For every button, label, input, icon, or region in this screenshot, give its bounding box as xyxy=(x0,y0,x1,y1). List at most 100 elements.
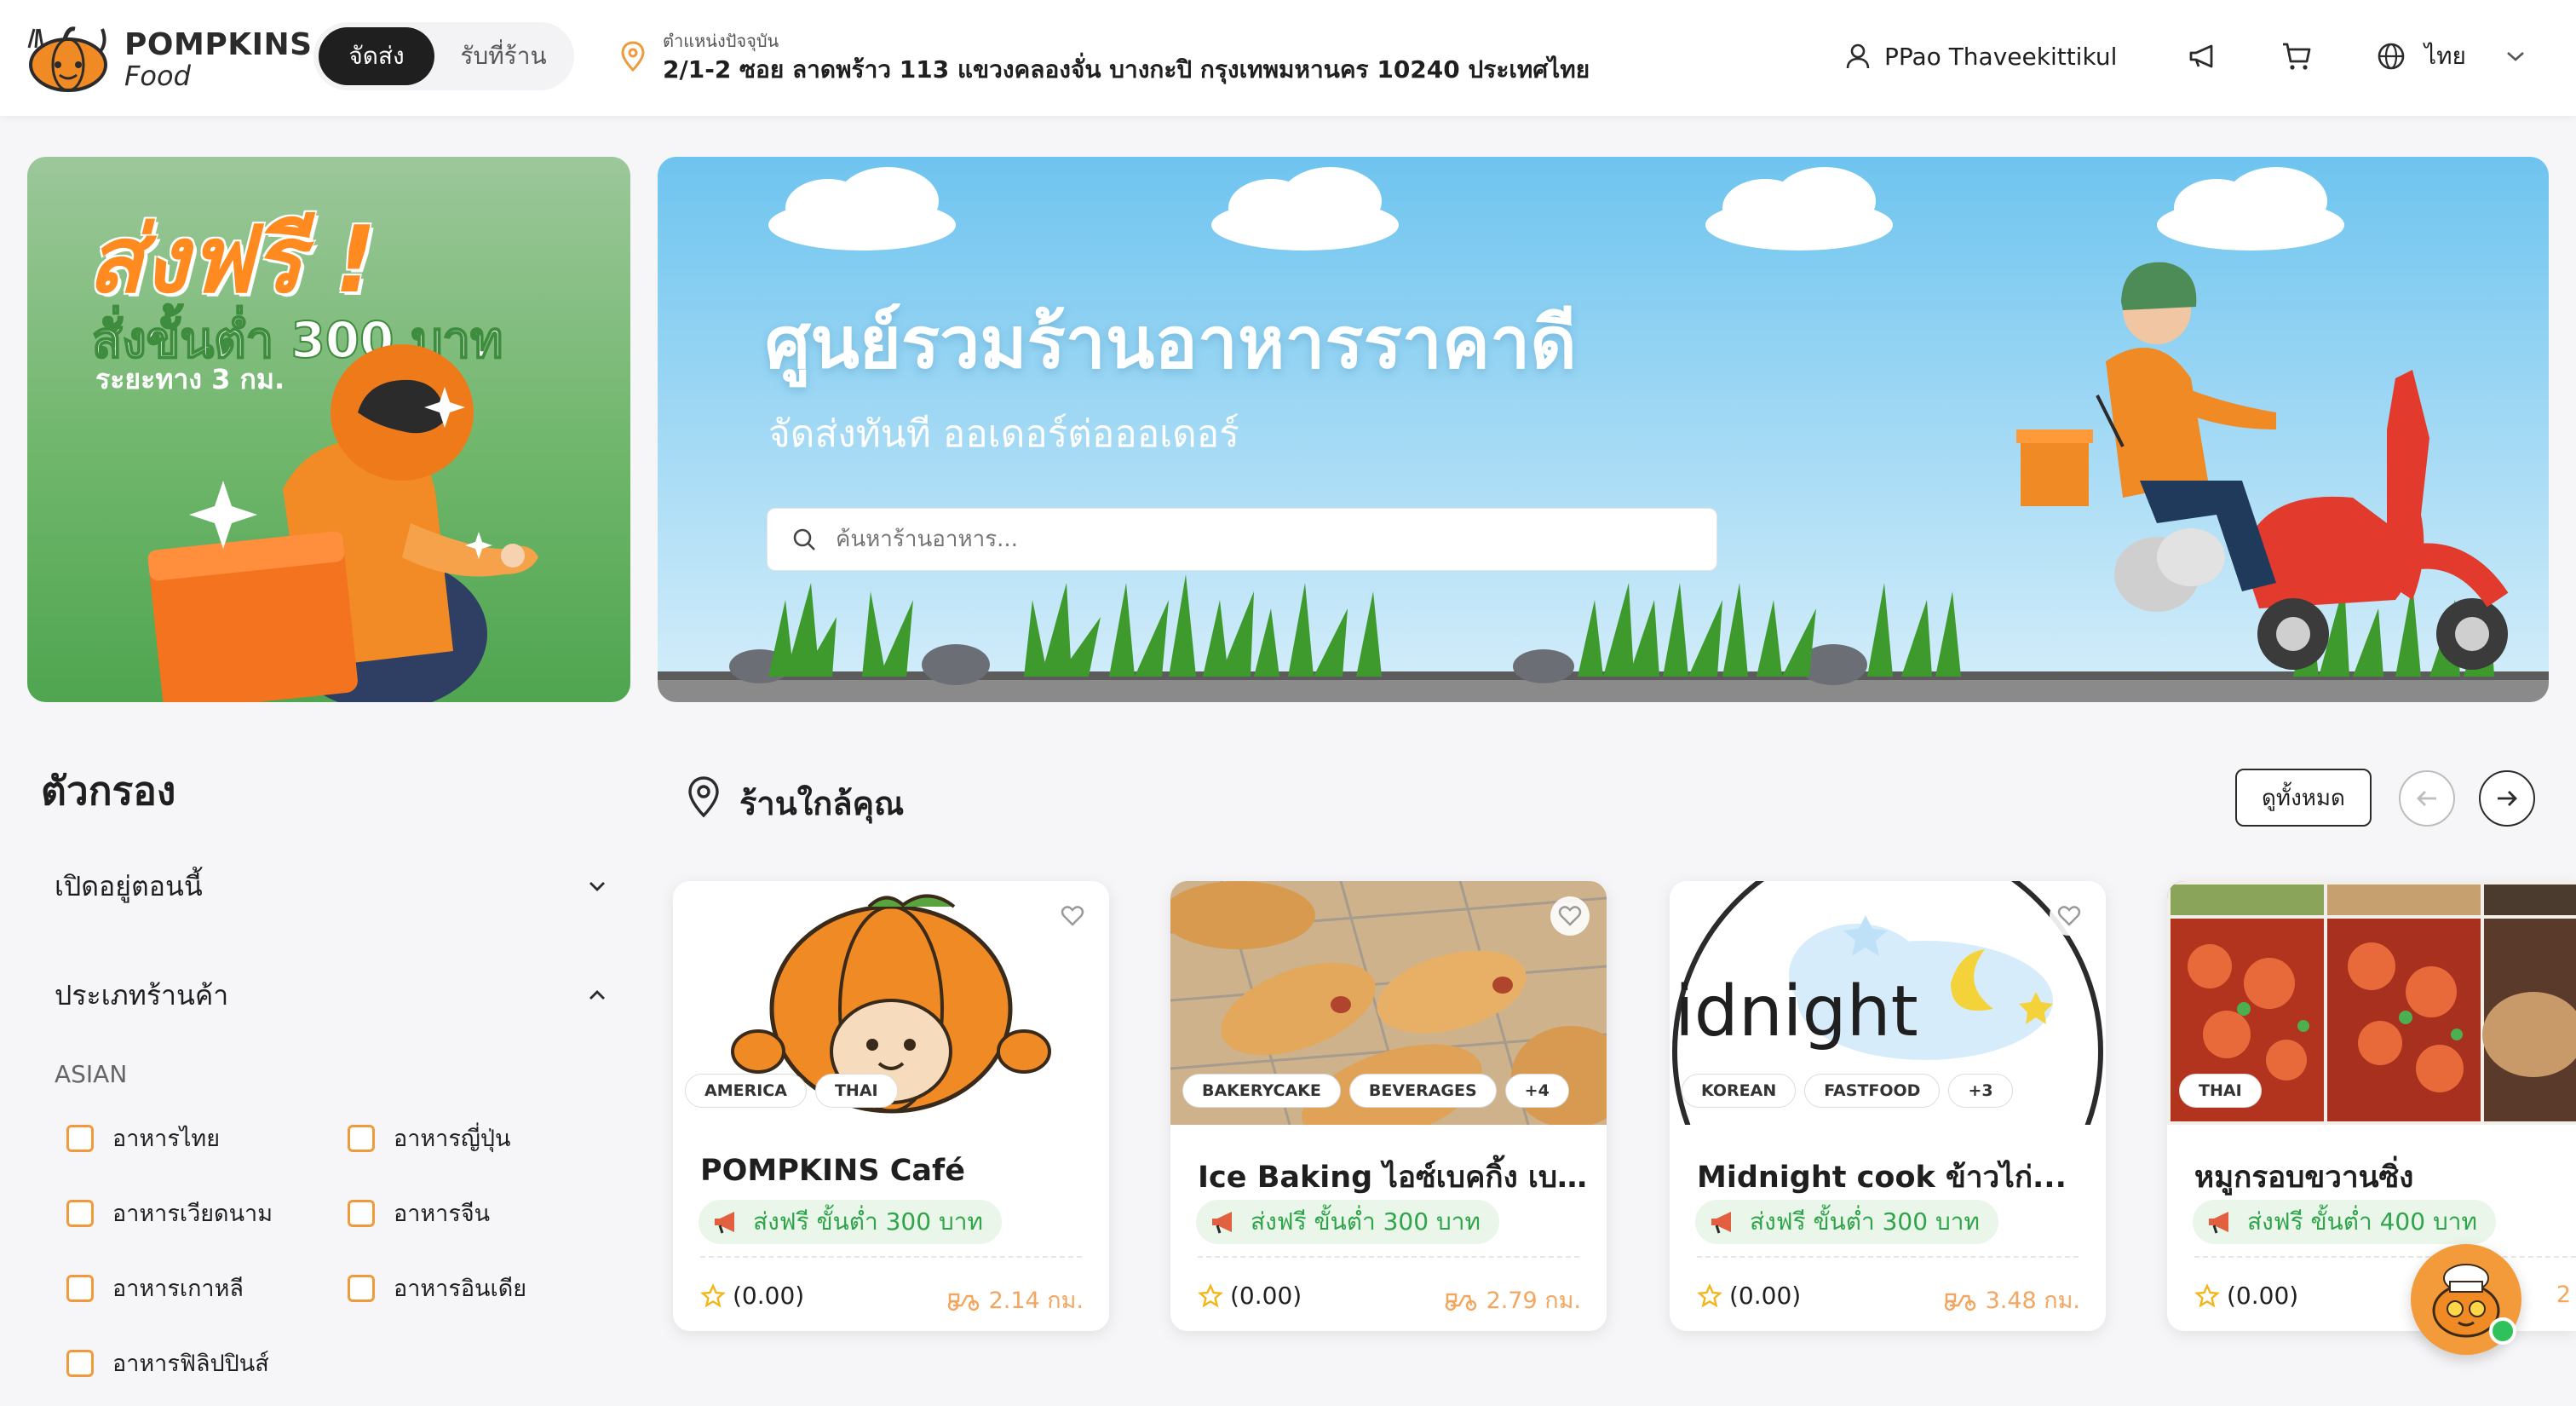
megaphone-icon[interactable] xyxy=(2186,39,2220,73)
filter-japanese-checkbox[interactable]: อาหารญี่ปุ่น xyxy=(348,1120,510,1156)
favorite-button[interactable] xyxy=(1053,896,1092,936)
distance-value: 2.79 กม. xyxy=(1486,1288,1581,1314)
free-delivery-promo-banner[interactable]: ส่งฟรี ! สั่งขั้นต่ำ 300 บาท ระยะทาง 3 ก… xyxy=(27,157,630,702)
restaurant-card[interactable]: THAI หมูกรอบขวานซิ่ง ส่งฟรี ขั้นต่ำ 400 … xyxy=(2167,881,2576,1331)
heart-icon xyxy=(1061,906,1084,926)
rating-value: (0.00) xyxy=(2227,1282,2299,1310)
user-name: PPao Thaveekittikul xyxy=(1884,42,2118,71)
cuisine-tags: AMERICA THAI xyxy=(685,1074,898,1108)
brand-subname: Food xyxy=(124,60,191,92)
restaurant-name: หมูกรอบขวานซิ่ง xyxy=(2194,1161,2414,1195)
chevron-down-icon xyxy=(2507,52,2524,61)
restaurant-card[interactable]: BAKERYCAKE BEVERAGES +4 Ice Baking ไอซ์เ… xyxy=(1170,881,1607,1331)
distance: 2.14 กม. xyxy=(946,1282,1084,1318)
filters-title: ตัวกรอง xyxy=(41,768,176,814)
arrow-left-icon xyxy=(2417,791,2436,806)
cuisine-tags: THAI xyxy=(2179,1074,2262,1108)
carousel-next-button[interactable] xyxy=(2479,770,2535,827)
scooter-icon xyxy=(947,1293,979,1311)
view-all-button[interactable]: ดูทั้งหมด xyxy=(2235,769,2372,827)
cuisine-tag: FASTFOOD xyxy=(1804,1074,1941,1108)
rating: (0.00) xyxy=(2194,1282,2298,1310)
restaurant-search-input[interactable] xyxy=(836,527,1602,552)
rating-value: (0.00) xyxy=(1230,1282,1302,1310)
free-delivery-badge: ส่งฟรี ขั้นต่ำ 400 บาท xyxy=(2193,1200,2496,1244)
filter-indian-checkbox[interactable]: อาหารอินเดีย xyxy=(348,1270,526,1306)
restaurant-card[interactable]: AMERICA THAI POMPKINS Café ส่งฟรี ขั้นต่… xyxy=(673,881,1109,1331)
checkbox[interactable] xyxy=(348,1124,375,1152)
open-now-filter[interactable]: เปิดอยู่ตอนนี้ xyxy=(55,862,607,910)
pickup-tab[interactable]: รับที่ร้าน xyxy=(440,27,567,85)
restaurant-card[interactable]: idnight KOREAN FASTFOOD +3 Midnight cook… xyxy=(1670,881,2106,1331)
restaurant-search-bar[interactable] xyxy=(767,508,1717,571)
cuisine-tag: BEVERAGES xyxy=(1348,1074,1497,1108)
divider xyxy=(1697,1256,2079,1258)
location-pin-icon xyxy=(621,41,645,72)
distance-value: 2 xyxy=(2556,1282,2571,1308)
megaphone-icon xyxy=(715,1212,734,1234)
current-location[interactable]: 2/1-2 ซอย ลาดพร้าว 113 แขวงคลองจั่น บางก… xyxy=(663,51,1590,89)
rating: (0.00) xyxy=(700,1282,804,1310)
hero-banner: ศูนย์รวมร้านอาหารราคาดี จัดส่งทันที ออเด… xyxy=(658,157,2549,702)
cart-icon[interactable] xyxy=(2280,39,2314,73)
store-type-filter[interactable]: ประเภทร้านค้า xyxy=(55,971,607,1019)
promo-text: ส่งฟรี ขั้นต่ำ 300 บาท xyxy=(753,1207,983,1236)
checkbox[interactable] xyxy=(66,1199,94,1227)
favorite-button[interactable] xyxy=(1550,896,1590,936)
checkbox[interactable] xyxy=(66,1349,94,1377)
delivery-rider-illustration xyxy=(147,344,538,702)
restaurant-name: Ice Baking ไอซ์เบคกิ้ง เบเ... xyxy=(1198,1161,1590,1195)
brand-name: POMPKINS xyxy=(124,27,313,62)
divider xyxy=(700,1256,1082,1258)
promo-text: ส่งฟรี ขั้นต่ำ 300 บาท xyxy=(1750,1207,1980,1236)
star-icon xyxy=(1697,1282,1722,1308)
filter-vietnamese-checkbox[interactable]: อาหารเวียดนาม xyxy=(66,1195,273,1231)
star-icon xyxy=(2194,1282,2220,1308)
top-navbar: POMPKINS Food จัดส่ง รับที่ร้าน ตำแหน่งป… xyxy=(0,0,2576,116)
free-delivery-badge: ส่งฟรี ขั้นต่ำ 300 บาท xyxy=(699,1200,1002,1244)
cuisine-tags: KOREAN FASTFOOD +3 xyxy=(1682,1074,2013,1108)
divider xyxy=(2194,1256,2576,1258)
rating-value: (0.00) xyxy=(1729,1282,1802,1310)
divider xyxy=(1198,1256,1579,1258)
promo-text: ส่งฟรี ขั้นต่ำ 400 บาท xyxy=(2247,1207,2477,1236)
language-selector[interactable]: ไทย xyxy=(2377,37,2526,75)
more-tags-badge: +4 xyxy=(1504,1074,1569,1108)
checkbox[interactable] xyxy=(66,1124,94,1152)
scooter-icon xyxy=(1944,1293,1975,1311)
filter-filipino-checkbox[interactable]: อาหารฟิลิปปินส์ xyxy=(66,1345,269,1381)
star-icon xyxy=(1198,1282,1223,1308)
checkbox[interactable] xyxy=(66,1274,94,1302)
delivery-mode-toggle: จัดส่ง รับที่ร้าน xyxy=(313,22,574,90)
heart-icon xyxy=(2057,906,2081,926)
rating: (0.00) xyxy=(1198,1282,1302,1310)
distance-value: 3.48 กม. xyxy=(1985,1288,2080,1314)
filter-option-label: อาหารเกาหลี xyxy=(112,1276,244,1302)
delivery-tab[interactable]: จัดส่ง xyxy=(319,27,434,85)
megaphone-icon xyxy=(1711,1212,1731,1234)
restaurant-name: Midnight cook ข้าวไก่... xyxy=(1697,1161,2067,1195)
filter-option-label: อาหารญี่ปุ่น xyxy=(394,1126,511,1152)
carousel-prev-button[interactable] xyxy=(2399,770,2455,827)
language-label: ไทย xyxy=(2424,42,2466,70)
filter-korean-checkbox[interactable]: อาหารเกาหลี xyxy=(66,1270,244,1306)
favorite-button[interactable] xyxy=(2050,896,2089,936)
filter-thai-checkbox[interactable]: อาหารไทย xyxy=(66,1120,220,1156)
cuisine-tag: THAI xyxy=(814,1074,898,1108)
star-icon xyxy=(700,1282,726,1308)
checkbox[interactable] xyxy=(348,1199,375,1227)
more-tags-badge: +3 xyxy=(1948,1074,2013,1108)
brand-logo[interactable]: POMPKINS Food xyxy=(26,22,312,94)
checkbox[interactable] xyxy=(348,1274,375,1302)
cuisine-tag: AMERICA xyxy=(685,1074,807,1108)
hero-subtitle: จัดส่งทันที ออเดอร์ต่อออเดอร์ xyxy=(768,412,1239,456)
filter-chinese-checkbox[interactable]: อาหารจีน xyxy=(348,1195,490,1231)
distance: 3.48 กม. xyxy=(1943,1282,2080,1318)
filter-option-label: อาหารอินเดีย xyxy=(394,1276,527,1302)
filter-option-label: อาหารฟิลิปปินส์ xyxy=(112,1351,269,1377)
rating-value: (0.00) xyxy=(733,1282,805,1310)
arrow-right-icon xyxy=(2498,791,2517,806)
restaurant-name: POMPKINS Café xyxy=(700,1154,965,1188)
pumpkin-logo-icon xyxy=(27,26,107,92)
user-menu[interactable]: PPao Thaveekittikul xyxy=(1845,41,2117,72)
